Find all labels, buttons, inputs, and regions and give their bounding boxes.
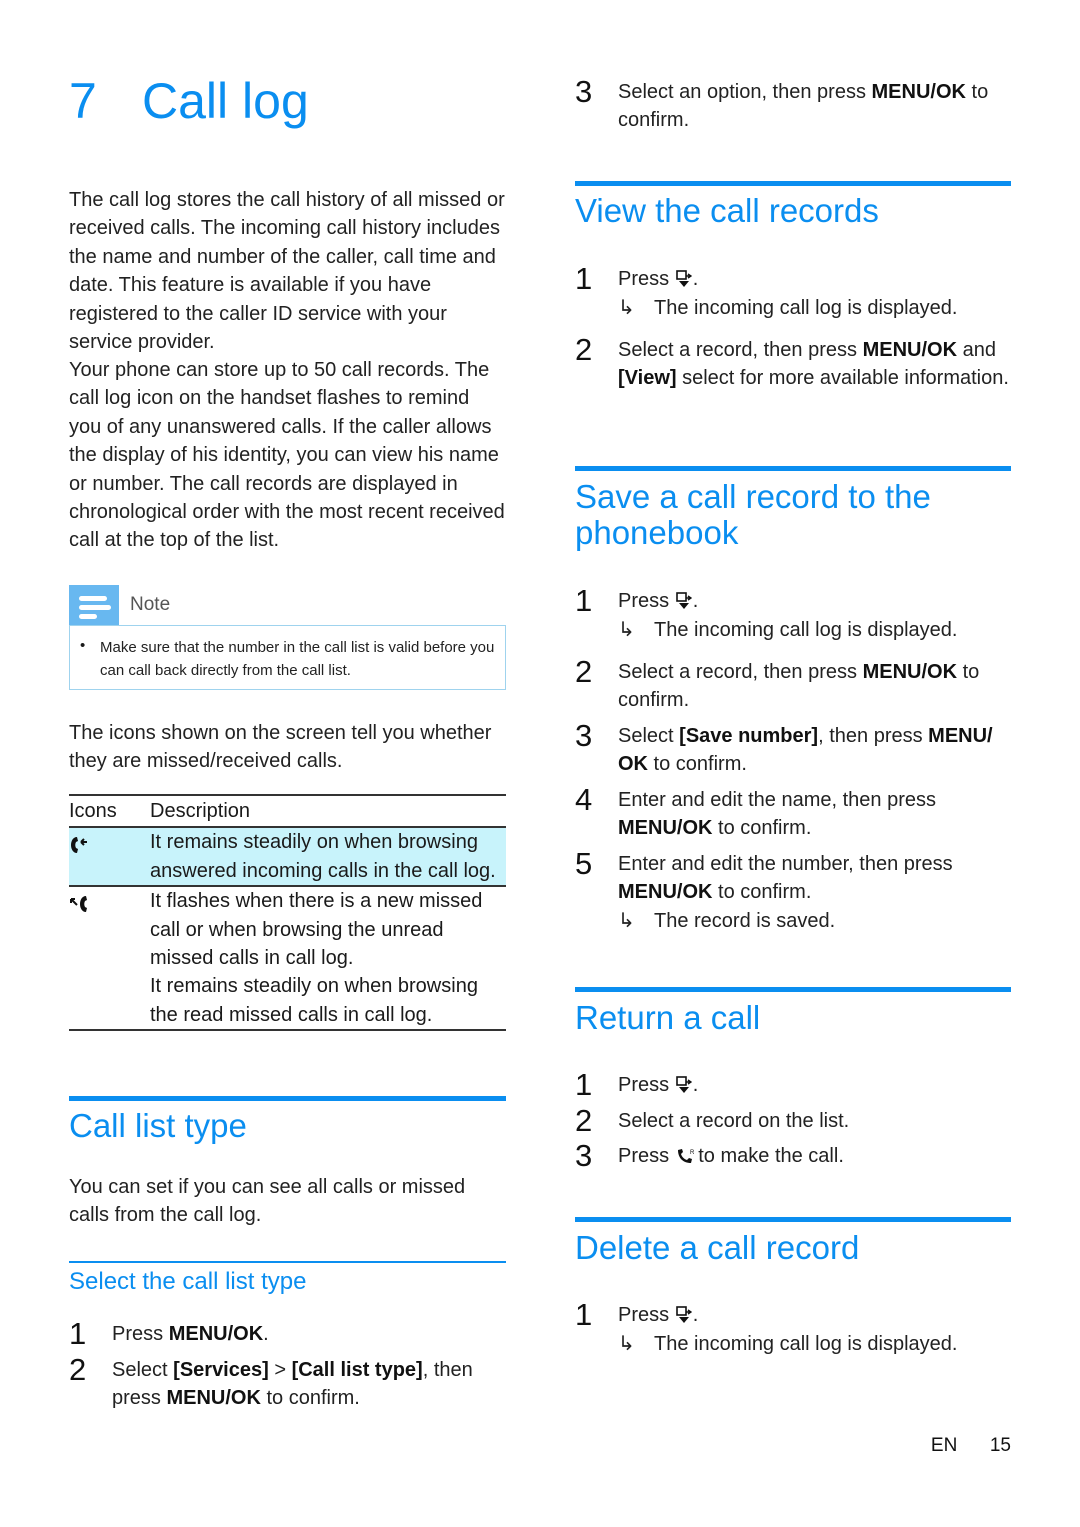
call-log-key-icon (675, 1074, 692, 1093)
delete-record-steps: 1 Press . ↳ The incoming call log is disp… (575, 1297, 1011, 1371)
section-rule (575, 466, 1011, 471)
note-icon (69, 585, 119, 625)
call-log-key-icon (675, 268, 692, 287)
call-list-type-text: You can set if you can see all calls or … (69, 1176, 466, 1227)
table-cell-description: It flashes when there is a new missed ca… (150, 886, 506, 1032)
section-rule (69, 1096, 506, 1101)
subsection-title: Select the call list type (69, 1268, 307, 1295)
continued-step: 3 Select an option, then press MENU/OK t… (575, 74, 989, 132)
section-title-view-records: View the call records (575, 192, 879, 229)
subsection-rule (69, 1261, 506, 1263)
language-code: EN (930, 1435, 958, 1456)
section-title-save-record: Save a call record to the phonebook (575, 478, 931, 551)
return-call-steps: 1 Press . 2 Select a record on the list.… (575, 1067, 850, 1173)
table-header-description: Description (150, 793, 506, 829)
table-cell-description: It remains steadily on when browsing ans… (150, 827, 506, 888)
view-records-steps: 1 Press . ↳ The incoming call log is disp… (575, 261, 1011, 425)
section-rule (575, 181, 1011, 186)
step-result: ↳ The record is saved. (618, 910, 836, 932)
section-title-delete-record: Delete a call record (575, 1229, 860, 1266)
note-text: Make sure that the number in the call li… (100, 639, 495, 679)
table-row: It remains steadily on when browsing ans… (69, 827, 506, 888)
page-number: 15 (989, 1435, 1011, 1456)
step-result: ↳ The incoming call log is displayed. (618, 619, 958, 641)
chapter-number: 7 (69, 73, 97, 129)
table-row: It flashes when there is a new missed ca… (69, 886, 506, 1032)
intro-paragraph-1: The call log stores the call history of … (69, 189, 505, 354)
section-rule (575, 987, 1011, 992)
answered-call-icon (69, 837, 91, 861)
call-list-type-steps: 1 Press MENU/OK. 2 Select [Services] > [… (69, 1316, 473, 1410)
call-log-key-icon (675, 1304, 692, 1323)
intro-paragraph-2: Your phone can store up to 50 call recor… (69, 359, 505, 552)
page-footer: EN 15 (931, 1435, 1011, 1457)
section-title-call-list-type: Call list type (69, 1107, 247, 1144)
note-label: Note (130, 594, 171, 615)
section-rule (575, 1217, 1011, 1222)
chapter-title: Call log (142, 73, 309, 129)
missed-call-icon (69, 896, 91, 920)
step-result: ↳ The incoming call log is displayed. (618, 1333, 958, 1355)
save-record-steps: 1 Press . ↳ The incoming call log is disp… (575, 583, 1011, 937)
section-title-return-call: Return a call (575, 999, 761, 1036)
table-header-icons: Icons (69, 793, 150, 829)
note-bullet: • (80, 637, 86, 654)
icons-table: Icons Description It remains steadily on… (69, 793, 506, 1032)
call-log-key-icon (675, 590, 692, 609)
step-result: ↳ The incoming call log is displayed. (618, 297, 958, 319)
talk-key-icon: R (676, 1145, 695, 1163)
icons-intro: The icons shown on the screen tell you w… (69, 722, 492, 773)
